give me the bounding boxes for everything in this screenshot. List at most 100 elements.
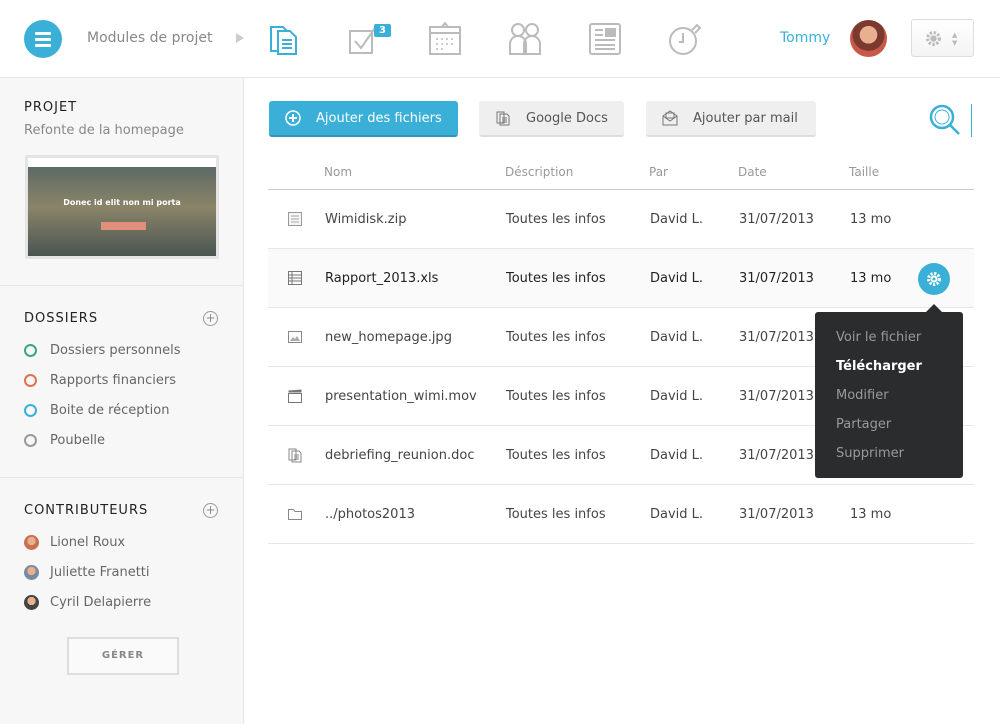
contributor-name: Juliette Franetti bbox=[50, 565, 150, 580]
breadcrumb-arrow-icon bbox=[236, 33, 244, 43]
table-row[interactable]: Wimidisk.zip Toutes les infos David L. 31/0… bbox=[268, 190, 974, 249]
mail-icon bbox=[662, 110, 678, 126]
cell-desc: Toutes les infos bbox=[506, 212, 606, 227]
table-row[interactable]: Rapport_2013.xls Toutes les infos David L.… bbox=[268, 249, 974, 308]
image-icon bbox=[288, 331, 302, 343]
table-row[interactable]: ../photos2013 Toutes les infos David L. 31/… bbox=[268, 485, 974, 544]
thumbnail-button bbox=[101, 222, 146, 230]
contacts-icon[interactable] bbox=[508, 22, 542, 56]
contributor-item[interactable]: Lionel Roux bbox=[24, 535, 125, 550]
column-header[interactable]: Taille bbox=[849, 165, 879, 179]
folder-item[interactable]: Boite de réception bbox=[24, 403, 169, 418]
breadcrumb[interactable]: Modules de projet bbox=[87, 30, 213, 46]
gear-icon bbox=[926, 31, 941, 46]
folder-label: Rapports financiers bbox=[50, 373, 177, 388]
cell-desc: Toutes les infos bbox=[506, 507, 606, 522]
cell-name: presentation_wimi.mov bbox=[325, 389, 477, 404]
add-files-label: Ajouter des fichiers bbox=[316, 110, 442, 126]
menu-item[interactable]: Voir le fichier bbox=[815, 328, 963, 357]
calendar-icon[interactable] bbox=[428, 22, 462, 56]
folder-label: Dossiers personnels bbox=[50, 343, 181, 358]
folder-color-icon bbox=[24, 374, 37, 387]
folder-icon bbox=[288, 509, 302, 520]
add-folder-button[interactable]: + bbox=[203, 311, 218, 326]
cell-date: 31/07/2013 bbox=[739, 448, 814, 463]
menu-item[interactable]: Télécharger bbox=[815, 357, 963, 386]
document-icon bbox=[288, 448, 302, 463]
archive-icon bbox=[288, 212, 302, 226]
cell-desc: Toutes les infos bbox=[506, 271, 606, 286]
contributor-item[interactable]: Juliette Franetti bbox=[24, 565, 150, 580]
cell-name: ../photos2013 bbox=[325, 507, 415, 522]
file-context-menu: Voir le fichier Télécharger Modifier Partag… bbox=[815, 304, 963, 478]
cell-by: David L. bbox=[650, 330, 704, 345]
cell-date: 31/07/2013 bbox=[739, 507, 814, 522]
folder-color-icon bbox=[24, 344, 37, 357]
cell-by: David L. bbox=[650, 389, 704, 404]
project-title: PROJET bbox=[24, 100, 78, 115]
folder-item[interactable]: Poubelle bbox=[24, 433, 105, 448]
add-by-mail-button[interactable]: Ajouter par mail bbox=[646, 101, 816, 137]
cell-desc: Toutes les infos bbox=[506, 330, 606, 345]
tasks-badge: 3 bbox=[374, 24, 391, 37]
spreadsheet-icon bbox=[288, 271, 302, 285]
plus-circle-icon bbox=[285, 110, 301, 126]
folder-color-icon bbox=[24, 404, 37, 417]
contributor-avatar bbox=[24, 535, 39, 550]
manage-button[interactable]: GÉRER bbox=[67, 637, 179, 675]
cell-date: 31/07/2013 bbox=[739, 212, 814, 227]
contributor-avatar bbox=[24, 595, 39, 610]
cell-name: Wimidisk.zip bbox=[325, 212, 407, 227]
project-thumbnail[interactable]: Donec id elit non mi porta bbox=[25, 155, 219, 259]
cell-size: 13 mo bbox=[850, 271, 892, 286]
column-header[interactable]: Par bbox=[649, 165, 668, 179]
add-files-button[interactable]: Ajouter des fichiers bbox=[269, 101, 458, 137]
google-docs-label: Google Docs bbox=[526, 110, 608, 126]
column-header[interactable]: Déscription bbox=[505, 165, 573, 179]
folder-item[interactable]: Rapports financiers bbox=[24, 373, 176, 388]
menu-item[interactable]: Partager bbox=[815, 415, 963, 444]
menu-item[interactable]: Modifier bbox=[815, 386, 963, 415]
top-bar: Modules de projet 3 Tommy ▲ ▼ bbox=[0, 0, 1000, 78]
cell-by: David L. bbox=[650, 212, 704, 227]
column-header[interactable]: Date bbox=[738, 165, 767, 179]
settings-dropdown[interactable]: ▲ ▼ bbox=[911, 19, 974, 57]
cell-name: Rapport_2013.xls bbox=[325, 271, 439, 286]
contributor-name: Cyril Delapierre bbox=[50, 595, 152, 610]
folder-label: Boite de réception bbox=[50, 403, 170, 418]
menu-button[interactable] bbox=[24, 20, 62, 58]
cell-date: 31/07/2013 bbox=[739, 271, 814, 286]
cell-name: new_homepage.jpg bbox=[325, 330, 452, 345]
cell-date: 31/07/2013 bbox=[739, 389, 814, 404]
user-name[interactable]: Tommy bbox=[780, 30, 830, 46]
divider bbox=[0, 477, 243, 478]
folders-title: DOSSIERS bbox=[24, 311, 99, 326]
folder-item[interactable]: Dossiers personnels bbox=[24, 343, 181, 358]
contributor-item[interactable]: Cyril Delapierre bbox=[24, 595, 151, 610]
chevron-up-down-icon: ▲ ▼ bbox=[952, 31, 958, 47]
search-icon[interactable] bbox=[928, 103, 972, 137]
cell-desc: Toutes les infos bbox=[506, 448, 606, 463]
video-icon bbox=[288, 389, 302, 403]
add-contributor-button[interactable]: + bbox=[203, 503, 218, 518]
row-settings-button[interactable] bbox=[918, 263, 950, 295]
project-name: Refonte de la homepage bbox=[24, 123, 184, 138]
divider bbox=[0, 285, 243, 286]
cell-size: 13 mo bbox=[850, 507, 892, 522]
column-header[interactable]: Nom bbox=[324, 165, 352, 179]
cell-desc: Toutes les infos bbox=[506, 389, 606, 404]
sidebar: PROJET Refonte de la homepage Donec id e… bbox=[0, 78, 244, 724]
cell-by: David L. bbox=[650, 507, 704, 522]
timer-icon[interactable] bbox=[668, 22, 702, 56]
news-icon[interactable] bbox=[588, 22, 622, 56]
cell-name: debriefing_reunion.doc bbox=[325, 448, 475, 463]
documents-icon[interactable] bbox=[268, 22, 302, 56]
cell-size: 13 mo bbox=[850, 212, 892, 227]
documents-icon bbox=[496, 111, 510, 126]
google-docs-button[interactable]: Google Docs bbox=[479, 101, 624, 137]
add-by-mail-label: Ajouter par mail bbox=[693, 110, 798, 126]
user-avatar[interactable] bbox=[850, 20, 887, 57]
menu-item[interactable]: Supprimer bbox=[815, 444, 963, 473]
cell-date: 31/07/2013 bbox=[739, 330, 814, 345]
cell-by: David L. bbox=[650, 271, 704, 286]
